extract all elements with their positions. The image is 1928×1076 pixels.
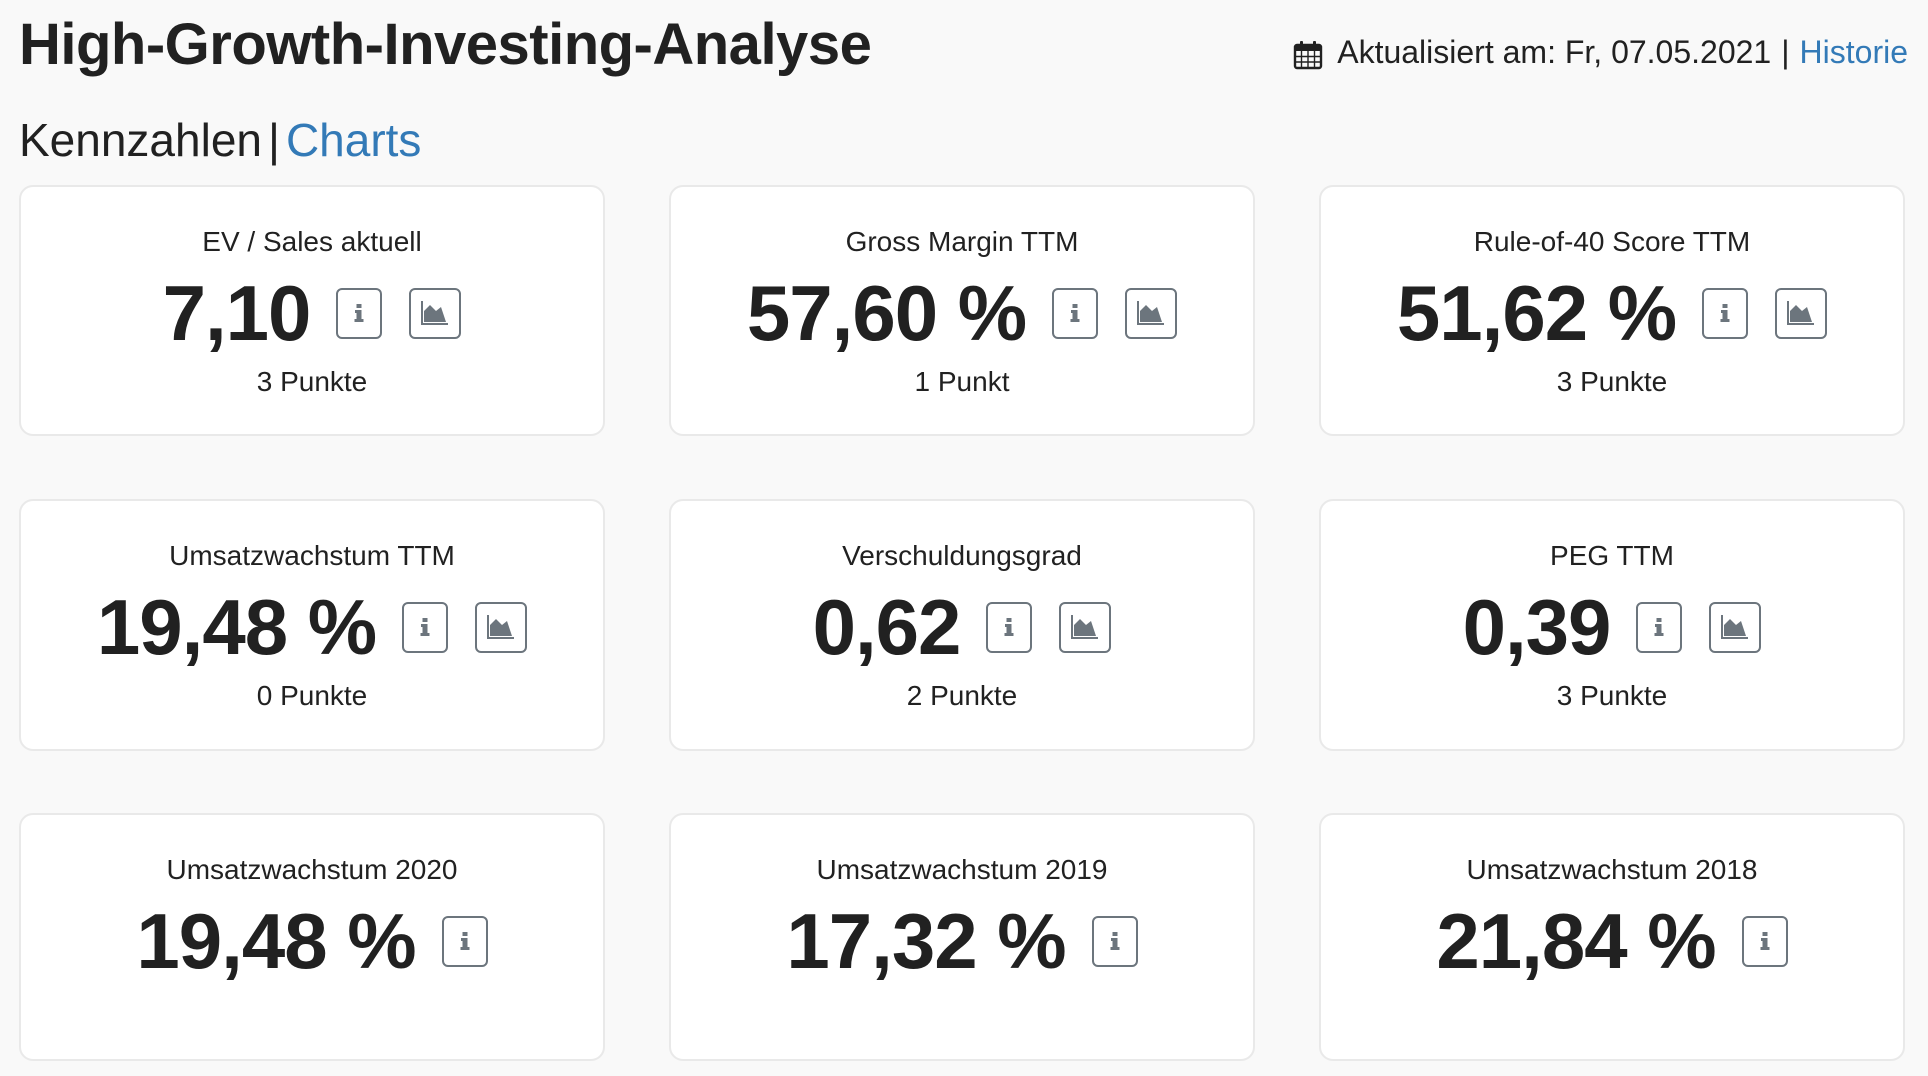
metric-title: Verschuldungsgrad: [842, 540, 1082, 571]
metric-title: EV / Sales aktuell: [202, 226, 422, 257]
area-chart-icon: [1721, 615, 1749, 639]
info-icon: [1004, 618, 1014, 636]
section-title: Kennzahlen | Charts: [19, 112, 421, 168]
metric-card: PEG TTM 0,39 3 Punkte: [1319, 499, 1905, 751]
charts-link[interactable]: Charts: [286, 114, 421, 166]
chart-button[interactable]: [1775, 287, 1828, 339]
info-button[interactable]: [1091, 915, 1138, 967]
metric-value-row: 7,10: [21, 269, 603, 357]
separator: |: [1781, 34, 1790, 70]
metric-value-row: 51,62 %: [1321, 269, 1903, 357]
metric-points: 2 Punkte: [906, 680, 1018, 711]
metric-value: 51,62 %: [1396, 269, 1677, 357]
metric-value-row: 19,48 %: [21, 897, 603, 985]
metric-value: 0,62: [812, 583, 962, 671]
info-button[interactable]: [986, 601, 1033, 653]
last-updated: Aktualisiert am: Fr, 07.05.2021 | Histor…: [1293, 30, 1908, 74]
metric-card: Gross Margin TTM 57,60 % 1 Punkt: [669, 185, 1255, 436]
info-button[interactable]: [1636, 601, 1683, 653]
chart-button[interactable]: [409, 287, 462, 339]
history-link[interactable]: Historie: [1800, 30, 1908, 74]
area-chart-icon: [487, 615, 515, 639]
metric-points: 3 Punkte: [256, 366, 368, 397]
metric-card: Umsatzwachstum 2020 19,48 %: [19, 813, 605, 1061]
metric-card: Umsatzwachstum TTM 19,48 % 0 Punkte: [19, 499, 605, 751]
metric-value-row: 21,84 %: [1321, 897, 1903, 985]
metric-value: 7,10: [162, 269, 312, 357]
page-title: High-Growth-Investing-Analyse: [19, 12, 872, 77]
chart-button[interactable]: [475, 601, 528, 653]
area-chart-icon: [1787, 301, 1815, 325]
info-icon: [1760, 932, 1770, 950]
metric-points: 3 Punkte: [1556, 680, 1668, 711]
metric-value: 57,60 %: [746, 269, 1027, 357]
area-chart-icon: [1071, 615, 1099, 639]
info-button[interactable]: [441, 915, 488, 967]
metric-value-row: 17,32 %: [671, 897, 1253, 985]
metric-title: Rule-of-40 Score TTM: [1473, 226, 1751, 257]
metric-value: 19,48 %: [136, 897, 416, 985]
info-button[interactable]: [1052, 287, 1099, 339]
updated-text: Aktualisiert am: Fr, 07.05.2021: [1337, 34, 1772, 70]
metric-card: Umsatzwachstum 2018 21,84 %: [1319, 813, 1905, 1061]
metric-title: Gross Margin TTM: [845, 226, 1079, 257]
calendar-icon: [1293, 37, 1323, 70]
metric-value-row: 57,60 %: [671, 269, 1253, 357]
area-chart-icon: [1137, 301, 1165, 325]
metric-card: Umsatzwachstum 2019 17,32 %: [669, 813, 1255, 1061]
section-title-kennzahlen: Kennzahlen: [19, 114, 262, 166]
metric-value-row: 19,48 %: [21, 583, 603, 671]
info-icon: [1070, 304, 1080, 322]
info-icon: [1720, 304, 1730, 322]
metric-title: Umsatzwachstum 2020: [166, 854, 458, 885]
metric-card: Verschuldungsgrad 0,62 2 Punkte: [669, 499, 1255, 751]
metric-value-row: 0,39: [1321, 583, 1903, 671]
metric-title: PEG TTM: [1550, 540, 1674, 571]
separator: |: [267, 114, 280, 166]
metric-card: Rule-of-40 Score TTM 51,62 % 3 Punkte: [1319, 185, 1905, 436]
metric-value: 19,48 %: [96, 583, 377, 671]
metric-value: 0,39: [1462, 583, 1612, 671]
info-icon: [420, 618, 430, 636]
chart-button[interactable]: [1059, 601, 1112, 653]
metric-title: Umsatzwachstum 2018: [1466, 854, 1758, 885]
metric-value: 21,84 %: [1436, 897, 1716, 985]
info-icon: [460, 932, 470, 950]
info-icon: [1654, 618, 1664, 636]
info-button[interactable]: [336, 287, 383, 339]
info-button[interactable]: [402, 601, 449, 653]
metric-points: 0 Punkte: [256, 680, 368, 711]
metric-value: 17,32 %: [786, 897, 1066, 985]
chart-button[interactable]: [1709, 601, 1762, 653]
metric-title: Umsatzwachstum TTM: [169, 540, 455, 571]
info-button[interactable]: [1741, 915, 1788, 967]
metric-points: 3 Punkte: [1556, 366, 1668, 397]
metric-title: Umsatzwachstum 2019: [816, 854, 1108, 885]
info-icon: [354, 304, 364, 322]
metric-card: EV / Sales aktuell 7,10 3 Punkte: [19, 185, 605, 436]
info-icon: [1110, 932, 1120, 950]
metric-points: 1 Punkt: [914, 366, 1010, 397]
area-chart-icon: [421, 301, 449, 325]
info-button[interactable]: [1702, 287, 1749, 339]
chart-button[interactable]: [1125, 287, 1178, 339]
metric-value-row: 0,62: [671, 583, 1253, 671]
